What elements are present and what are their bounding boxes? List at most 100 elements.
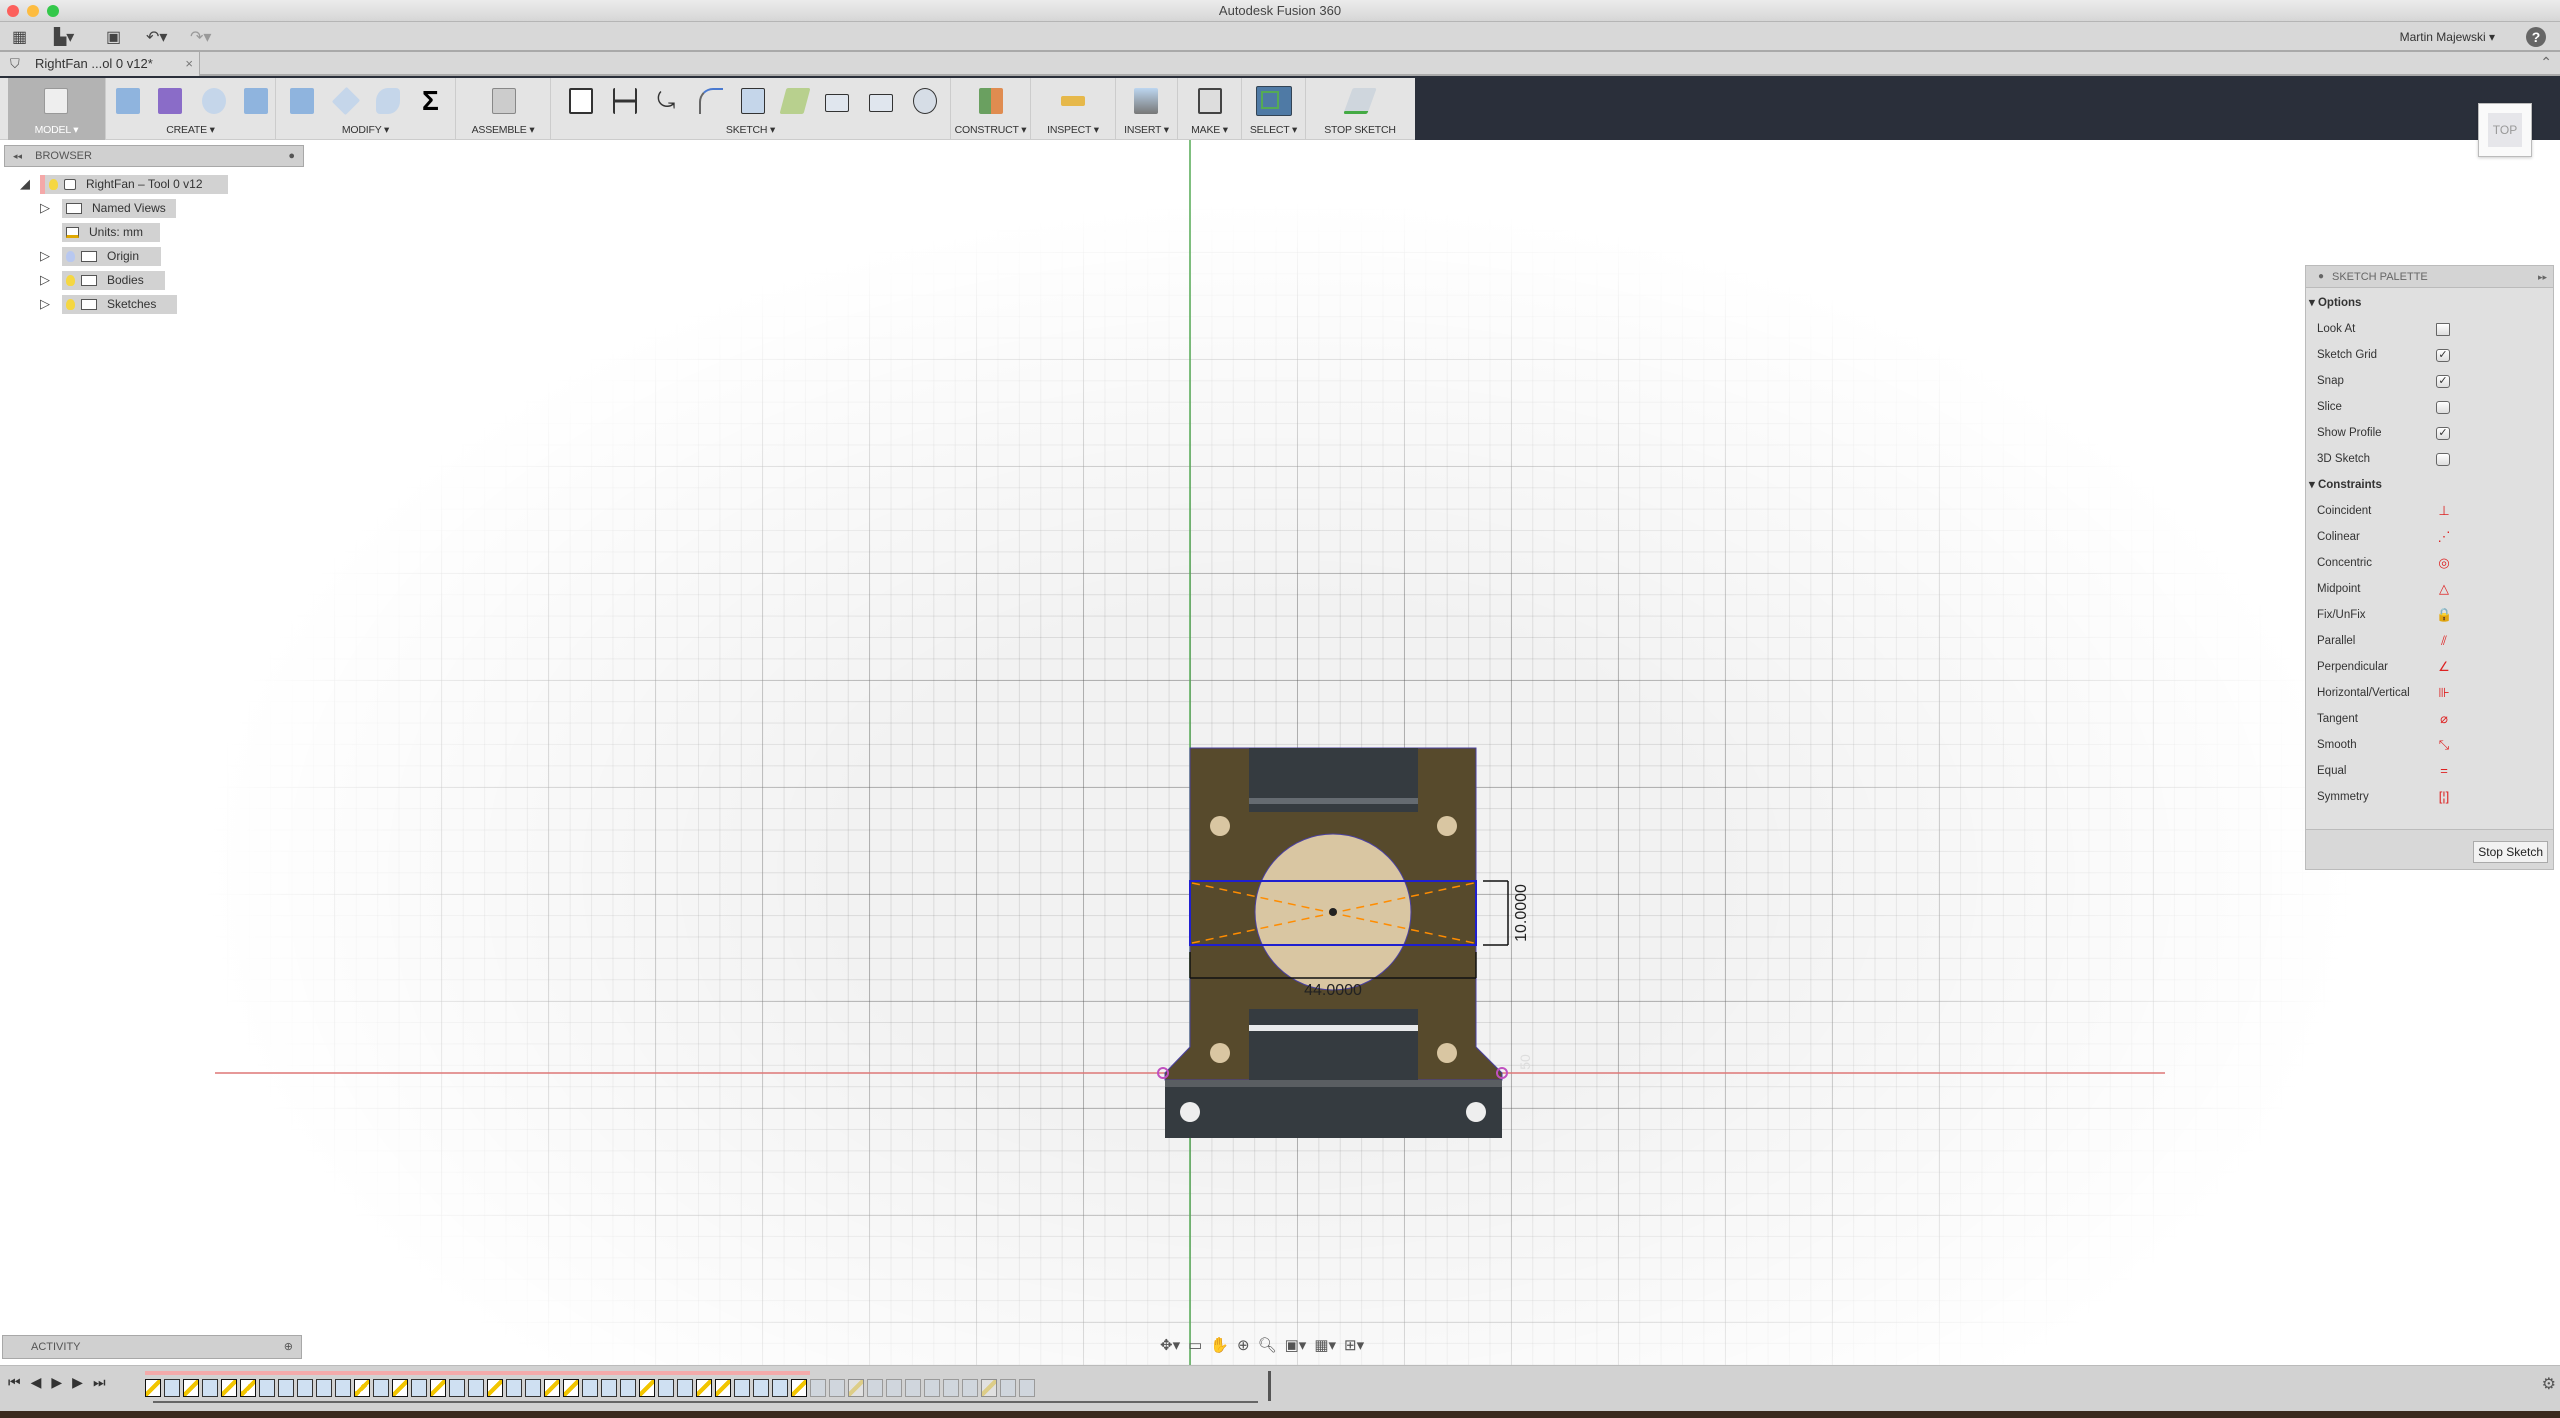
timeline-plane-icon[interactable] xyxy=(962,1379,978,1397)
timeline-fillet-icon[interactable] xyxy=(829,1379,845,1397)
timeline-extrude-icon[interactable] xyxy=(164,1379,180,1397)
expand-palette-icon[interactable]: ▸▸ xyxy=(2538,266,2547,288)
timeline-hole-icon[interactable] xyxy=(601,1379,617,1397)
viewcube-face-top[interactable]: TOP xyxy=(2488,113,2522,147)
checkbox[interactable]: ✓ xyxy=(2436,427,2450,440)
look-at-icon[interactable] xyxy=(2436,323,2450,336)
zoom-window-icon[interactable]: ⊕ xyxy=(1237,1336,1250,1358)
expand-triangle-icon[interactable]: ▷ xyxy=(40,248,50,264)
timeline-extrude-icon[interactable] xyxy=(658,1379,674,1397)
timeline-sketch-icon[interactable] xyxy=(221,1379,237,1397)
timeline-extrude-icon[interactable] xyxy=(867,1379,883,1397)
timeline-fillet-icon[interactable] xyxy=(525,1379,541,1397)
checkbox[interactable]: ✓ xyxy=(2436,349,2450,362)
timeline-fillet-icon[interactable] xyxy=(943,1379,959,1397)
center-point[interactable] xyxy=(1329,908,1337,916)
option-slice[interactable]: Slice xyxy=(2306,394,2553,420)
mount-hole[interactable] xyxy=(1210,816,1230,836)
timeline-sketch-icon[interactable] xyxy=(848,1379,864,1397)
mount-hole[interactable] xyxy=(1437,1043,1457,1063)
timeline-fillet-icon[interactable] xyxy=(316,1379,332,1397)
constraint-perpendicular[interactable]: Perpendicular ∠ xyxy=(2306,654,2553,680)
constraint-concentric[interactable]: Concentric ◎ xyxy=(2306,550,2553,576)
gear-icon[interactable]: ⚙ xyxy=(2542,1374,2556,1394)
constraint-equal[interactable]: Equal = xyxy=(2306,758,2553,784)
pin-icon[interactable]: ● xyxy=(288,146,295,166)
expand-triangle-icon[interactable]: ▷ xyxy=(40,200,50,216)
display-settings-icon[interactable]: ▣▾ xyxy=(1285,1336,1307,1358)
go-to-start-icon[interactable]: ⏮ xyxy=(8,1374,21,1391)
timeline-sketch-icon[interactable] xyxy=(563,1379,579,1397)
option-sketch-grid[interactable]: Sketch Grid ✓ xyxy=(2306,342,2553,368)
timeline-hole-icon[interactable] xyxy=(373,1379,389,1397)
constraint-parallel[interactable]: Parallel ⫽ xyxy=(2306,628,2553,654)
constraint-symmetry[interactable]: Symmetry [¦] xyxy=(2306,784,2553,810)
timeline-sketch-icon[interactable] xyxy=(715,1379,731,1397)
lightbulb-icon[interactable] xyxy=(66,251,75,263)
width-dimension[interactable]: 44.0000 xyxy=(1304,982,1362,999)
timeline-extrude-icon[interactable] xyxy=(1000,1379,1016,1397)
timeline-marker[interactable] xyxy=(1268,1371,1271,1401)
expand-activity-icon[interactable]: ⊕ xyxy=(284,1336,293,1358)
timeline-fillet-icon[interactable] xyxy=(1019,1379,1035,1397)
timeline-sketch-icon[interactable] xyxy=(240,1379,256,1397)
timeline-sketch-icon[interactable] xyxy=(981,1379,997,1397)
viewcube[interactable]: TOP xyxy=(2478,103,2532,157)
step-forward-icon[interactable]: ▶ xyxy=(72,1374,83,1391)
collapse-triangle-icon[interactable]: ◢ xyxy=(20,176,30,192)
constraint-fix-unfix[interactable]: Fix/UnFix 🔒 xyxy=(2306,602,2553,628)
timeline-sketch-icon[interactable] xyxy=(392,1379,408,1397)
sketch-palette-header[interactable]: ● SKETCH PALETTE ▸▸ xyxy=(2306,266,2553,288)
timeline-fillet-icon[interactable] xyxy=(753,1379,769,1397)
timeline-extrude-icon[interactable] xyxy=(449,1379,465,1397)
viewports-icon[interactable]: ⊞▾ xyxy=(1344,1336,1364,1358)
timeline-extrude-icon[interactable] xyxy=(582,1379,598,1397)
timeline-sketch-icon[interactable] xyxy=(183,1379,199,1397)
timeline-hole-icon[interactable] xyxy=(772,1379,788,1397)
timeline-extrude-icon[interactable] xyxy=(202,1379,218,1397)
timeline-sketch-icon[interactable] xyxy=(696,1379,712,1397)
browser-item-units[interactable]: Units: mm xyxy=(62,223,160,242)
timeline-sketch-icon[interactable] xyxy=(639,1379,655,1397)
constraints-section[interactable]: ▾ Constraints xyxy=(2306,472,2553,498)
timeline-extrude-icon[interactable] xyxy=(886,1379,902,1397)
option-show-profile[interactable]: Show Profile ✓ xyxy=(2306,420,2553,446)
checkbox[interactable]: ✓ xyxy=(2436,375,2450,388)
timeline-fillet-icon[interactable] xyxy=(924,1379,940,1397)
option-look-at[interactable]: Look At xyxy=(2306,316,2553,342)
lightbulb-icon[interactable] xyxy=(66,275,75,287)
browser-header[interactable]: ◂◂ BROWSER ● xyxy=(4,145,304,167)
constraint-colinear[interactable]: Colinear ⋰ xyxy=(2306,524,2553,550)
timeline-extrude-icon[interactable] xyxy=(278,1379,294,1397)
option-snap[interactable]: Snap ✓ xyxy=(2306,368,2553,394)
timeline-chamfer-icon[interactable] xyxy=(335,1379,351,1397)
timeline-sketch-icon[interactable] xyxy=(544,1379,560,1397)
constraint-coincident[interactable]: Coincident ⊥ xyxy=(2306,498,2553,524)
grid-settings-icon[interactable]: ▦▾ xyxy=(1314,1336,1336,1358)
timeline-sketch-icon[interactable] xyxy=(487,1379,503,1397)
browser-item-named-views[interactable]: Named Views xyxy=(62,199,176,218)
constraint-tangent[interactable]: Tangent ⌀ xyxy=(2306,706,2553,732)
timeline-fillet-icon[interactable] xyxy=(297,1379,313,1397)
timeline-extrude-icon[interactable] xyxy=(411,1379,427,1397)
timeline-fillet-icon[interactable] xyxy=(468,1379,484,1397)
play-icon[interactable]: ▶ xyxy=(51,1374,62,1391)
go-to-end-icon[interactable]: ⏭ xyxy=(93,1374,106,1391)
browser-item-bodies[interactable]: Bodies xyxy=(62,271,165,290)
checkbox[interactable] xyxy=(2436,401,2450,414)
pan-icon[interactable]: ✋ xyxy=(1210,1336,1229,1358)
timeline-sketch-icon[interactable] xyxy=(430,1379,446,1397)
pin-icon[interactable]: ● xyxy=(2318,266,2324,288)
options-section[interactable]: ▾ Options xyxy=(2306,290,2553,316)
timeline-sketch-icon[interactable] xyxy=(145,1379,161,1397)
mount-hole[interactable] xyxy=(1210,1043,1230,1063)
timeline-sketch-icon[interactable] xyxy=(354,1379,370,1397)
step-back-icon[interactable]: ◀ xyxy=(31,1374,42,1391)
constraint-smooth[interactable]: Smooth ⤡ xyxy=(2306,732,2553,758)
timeline-extrude-icon[interactable] xyxy=(810,1379,826,1397)
mount-hole[interactable] xyxy=(1437,816,1457,836)
browser-item-origin[interactable]: Origin xyxy=(62,247,161,266)
zoom-icon[interactable]: 🔍︎ xyxy=(1258,1336,1277,1358)
expand-triangle-icon[interactable]: ▷ xyxy=(40,272,50,288)
option-3d-sketch[interactable]: 3D Sketch xyxy=(2306,446,2553,472)
